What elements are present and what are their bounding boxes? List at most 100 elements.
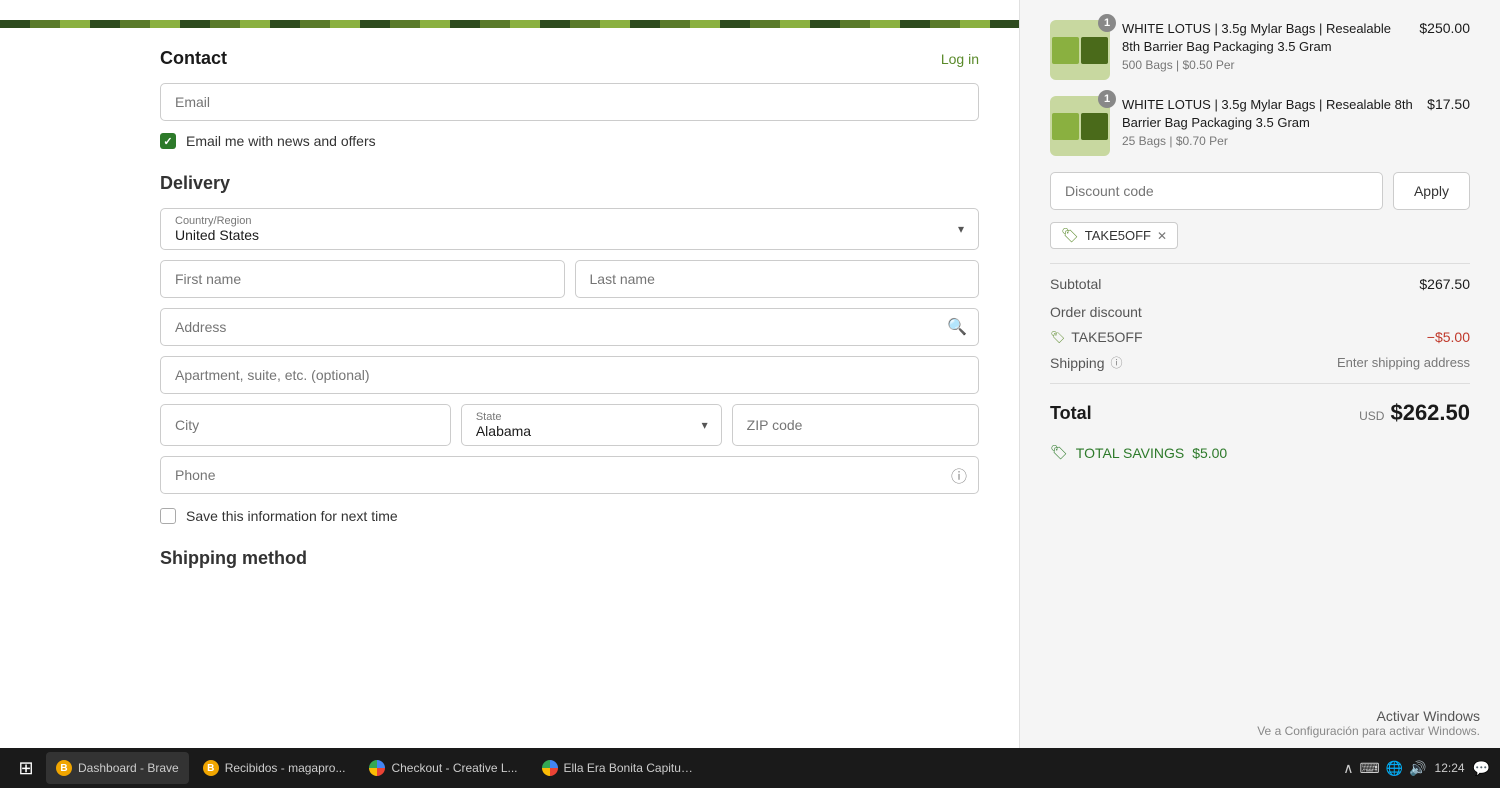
header-banner (0, 20, 1019, 28)
address-field[interactable] (160, 308, 979, 346)
savings-icon: 🏷 (1050, 444, 1068, 461)
discount-detail-row: 🏷 TAKE5OFF −$5.00 (1050, 326, 1470, 348)
item-name: WHITE LOTUS | 3.5g Mylar Bags | Resealab… (1122, 20, 1407, 56)
newsletter-label: Email me with news and offers (186, 133, 376, 149)
order-discount-label: Order discount (1050, 304, 1142, 320)
country-label: Country/Region (175, 215, 964, 227)
shipping-value: Enter shipping address (1337, 355, 1470, 370)
savings-row: 🏷 TOTAL SAVINGS $5.00 (1050, 436, 1470, 469)
order-item: 1 WHITE LOTUS | 3.5g Mylar Bags | Reseal… (1050, 96, 1470, 156)
savings-label: TOTAL SAVINGS (1076, 445, 1184, 461)
activate-windows-watermark: Activar Windows Ve a Configuración para … (1257, 708, 1480, 738)
phone-field[interactable] (160, 456, 979, 494)
contact-header: Contact Log in (160, 48, 979, 69)
total-value-wrapper: USD $262.50 (1359, 400, 1470, 426)
taskbar-right: ∧ ⌨ 🌐 🔊 12:24 💬 (1343, 760, 1490, 777)
order-summary-panel: 1 WHITE LOTUS | 3.5g Mylar Bags | Reseal… (1020, 0, 1500, 788)
taskbar-item-label: Ella Era Bonita Capitul... (564, 761, 694, 775)
shipping-row: Shipping ⓘ Enter shipping address (1050, 348, 1470, 377)
state-value: Alabama (476, 423, 707, 439)
taskbar-item-label: Dashboard - Brave (78, 761, 179, 775)
last-name-field[interactable] (575, 260, 980, 298)
item-sub: 500 Bags | $0.50 Per (1122, 58, 1407, 72)
item-details: WHITE LOTUS | 3.5g Mylar Bags | Resealab… (1122, 20, 1407, 72)
discount-amount: −$5.00 (1427, 329, 1470, 345)
img-tile-dark (1081, 37, 1108, 64)
contact-title: Contact (160, 48, 227, 69)
subtotal-row: Subtotal $267.50 (1050, 270, 1470, 298)
volume-icon[interactable]: 🔊 (1409, 760, 1426, 777)
discount-code-detail: TAKE5OFF (1071, 329, 1142, 345)
keyboard-icon: ⌨ (1359, 760, 1379, 777)
total-label: Total (1050, 403, 1092, 424)
email-field[interactable] (160, 83, 979, 121)
total-row: Total USD $262.50 (1050, 390, 1470, 436)
total-amount: $262.50 (1390, 400, 1470, 426)
item-quantity-badge: 1 (1098, 14, 1116, 32)
taskbar-item-dashboard[interactable]: B Dashboard - Brave (46, 752, 189, 784)
newsletter-checkbox[interactable] (160, 133, 176, 149)
savings-value: $5.00 (1192, 445, 1227, 461)
order-discount-header-row: Order discount (1050, 298, 1470, 326)
apply-button[interactable]: Apply (1393, 172, 1470, 210)
chrome-icon (369, 760, 385, 776)
city-field[interactable] (160, 404, 451, 446)
save-info-checkbox[interactable] (160, 508, 176, 524)
country-value: United States (175, 227, 964, 243)
activate-title: Activar Windows (1257, 708, 1480, 724)
img-tile (1052, 113, 1079, 140)
delivery-title: Delivery (160, 173, 979, 194)
activate-subtitle: Ve a Configuración para activar Windows. (1257, 724, 1480, 738)
item-price: $250.00 (1419, 20, 1470, 36)
shipping-info-icon[interactable]: ⓘ (1111, 354, 1123, 371)
first-name-field[interactable] (160, 260, 565, 298)
discount-detail-label: 🏷 TAKE5OFF (1050, 329, 1143, 345)
zip-field[interactable] (732, 404, 979, 446)
discount-code-input[interactable] (1050, 172, 1383, 210)
chevron-up-icon[interactable]: ∧ (1343, 760, 1353, 777)
shipping-method-title: Shipping method (160, 548, 979, 569)
brave-icon: B (56, 760, 72, 776)
help-icon[interactable]: ⓘ (951, 463, 967, 487)
item-image-wrapper: 1 (1050, 96, 1110, 156)
order-item: 1 WHITE LOTUS | 3.5g Mylar Bags | Reseal… (1050, 20, 1470, 80)
coupon-tag: 🏷 TAKE5OFF ✕ (1050, 222, 1178, 249)
apartment-field[interactable] (160, 356, 979, 394)
start-button[interactable]: ⊞ (10, 752, 42, 784)
remove-coupon-button[interactable]: ✕ (1157, 229, 1167, 243)
coupon-code-label: TAKE5OFF (1085, 228, 1151, 243)
subtotal-label: Subtotal (1050, 276, 1101, 292)
item-price: $17.50 (1427, 96, 1470, 112)
log-in-link[interactable]: Log in (941, 51, 979, 67)
taskbar-item-recibidos[interactable]: B Recibidos - magapro... (193, 752, 356, 784)
item-sub: 25 Bags | $0.70 Per (1122, 134, 1415, 148)
shipping-label: Shipping ⓘ (1050, 354, 1123, 371)
taskbar: ⊞ B Dashboard - Brave B Recibidos - maga… (0, 748, 1500, 788)
country-select[interactable]: Country/Region United States ▾ (160, 208, 979, 250)
tag-icon-sm: 🏷 (1050, 330, 1065, 344)
taskbar-time: 12:24 (1435, 761, 1465, 775)
network-icon[interactable]: 🌐 (1386, 760, 1403, 777)
brave-icon-2: B (203, 760, 219, 776)
subtotal-value: $267.50 (1419, 276, 1470, 292)
system-tray: ∧ ⌨ 🌐 🔊 (1343, 760, 1426, 777)
discount-row: Apply (1050, 172, 1470, 210)
state-select[interactable]: State Alabama ▾ (461, 404, 722, 446)
save-info-label: Save this information for next time (186, 508, 398, 524)
img-tile-dark (1081, 113, 1108, 140)
notification-icon[interactable]: 💬 (1473, 760, 1490, 777)
taskbar-item-ella[interactable]: Ella Era Bonita Capitul... (532, 752, 704, 784)
img-tile (1052, 37, 1079, 64)
newsletter-row: Email me with news and offers (160, 133, 979, 149)
item-details: WHITE LOTUS | 3.5g Mylar Bags | Resealab… (1122, 96, 1415, 148)
city-state-zip-row: State Alabama ▾ (160, 404, 979, 446)
delivery-section: Delivery Country/Region United States ▾ … (160, 173, 979, 569)
item-name: WHITE LOTUS | 3.5g Mylar Bags | Resealab… (1122, 96, 1415, 132)
taskbar-item-checkout[interactable]: Checkout - Creative L... (359, 752, 527, 784)
divider (1050, 263, 1470, 264)
coupon-tag-row: 🏷 TAKE5OFF ✕ (1050, 222, 1470, 249)
save-info-row: Save this information for next time (160, 508, 979, 524)
tag-icon: 🏷 (1061, 227, 1079, 244)
chrome-icon-2 (542, 760, 558, 776)
name-row (160, 260, 979, 298)
